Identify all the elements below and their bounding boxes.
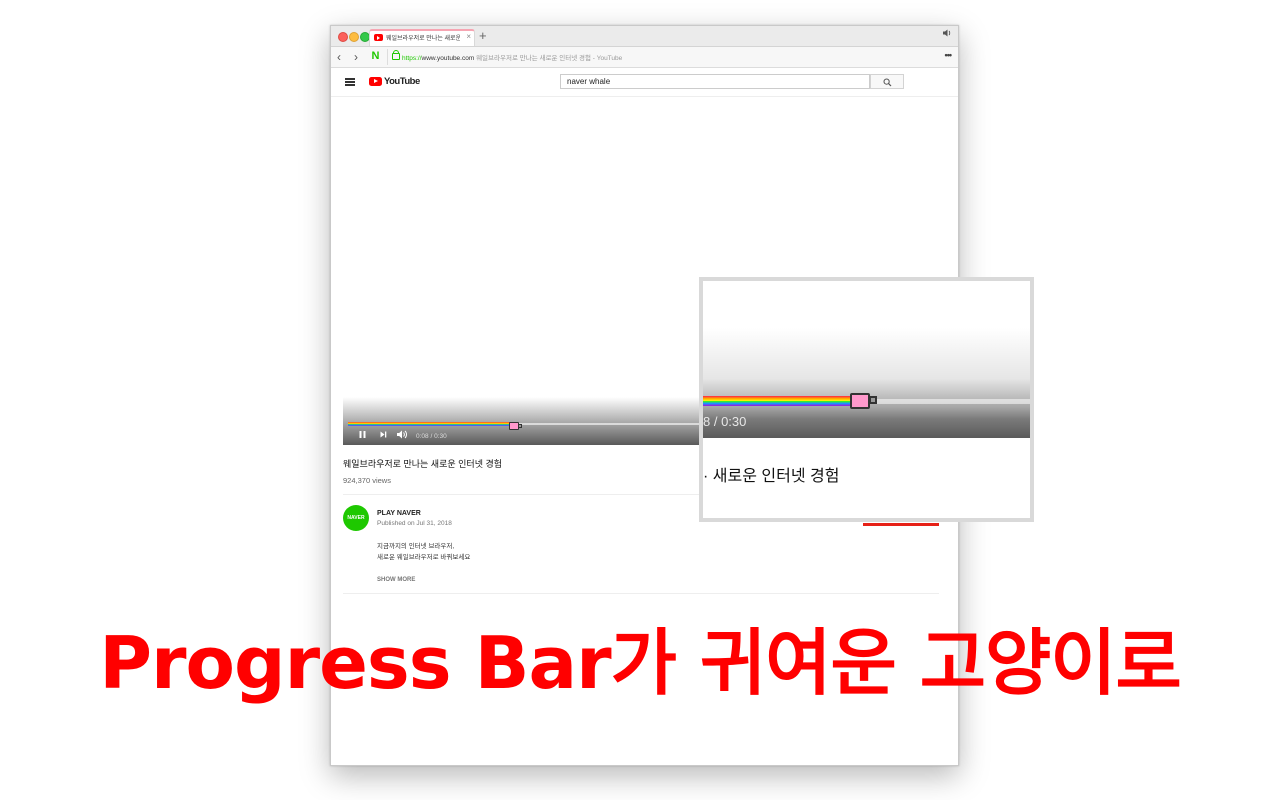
nyan-cat-scrubber-icon[interactable] [508, 422, 522, 430]
naver-logo-icon[interactable]: N [370, 51, 381, 62]
zoomed-video-time: 8 / 0:30 [703, 414, 747, 429]
subscribe-button[interactable] [863, 523, 939, 526]
zoomed-player: 8 / 0:30 [703, 281, 1030, 438]
new-tab-button[interactable]: + [479, 28, 487, 43]
search-input[interactable]: naver whale [560, 74, 870, 89]
publish-date: Published on Jul 31, 2018 [377, 520, 452, 527]
speaker-icon[interactable] [943, 29, 952, 39]
youtube-header: YouTube naver whale [331, 68, 958, 97]
search-icon [883, 78, 892, 87]
tab-youtube[interactable]: 웨일브라우저로 만나는 새로운 × [369, 29, 475, 46]
description-line: 지금까지의 인터넷 브라우저, [377, 543, 455, 550]
zoomed-progress-rainbow-fill [703, 396, 851, 406]
search-button[interactable] [870, 74, 904, 89]
channel-name[interactable]: PLAY NAVER [377, 510, 421, 517]
progress-bar-rainbow-fill [348, 422, 515, 426]
video-time: 0:08 / 0:30 [416, 433, 447, 440]
next-video-icon[interactable] [379, 430, 388, 441]
lock-icon [392, 50, 400, 60]
divider [343, 593, 939, 594]
address-separator [387, 49, 388, 65]
url-protocol: https:// [402, 55, 422, 62]
view-count: 924,370 views [343, 476, 391, 485]
description-line: 새로운 웨일브라우저로 바꿔보세요 [377, 554, 471, 561]
channel-avatar[interactable]: NAVER [343, 505, 369, 531]
youtube-logo-text[interactable]: YouTube [384, 76, 420, 87]
hamburger-menu-icon[interactable] [345, 78, 355, 86]
zoom-callout: 8 / 0:30 · 새로운 인터넷 경험 [699, 277, 1034, 522]
show-more-button[interactable]: SHOW MORE [377, 577, 415, 583]
back-button[interactable]: ‹ [337, 50, 341, 64]
zoomed-video-title: · 새로운 인터넷 경험 [703, 468, 840, 485]
minimize-window-button[interactable] [349, 32, 359, 42]
tab-close-icon[interactable]: × [466, 32, 471, 42]
forward-button[interactable]: › [354, 50, 358, 64]
video-title: 웨일브라우저로 만나는 새로운 인터넷 경험 [343, 459, 503, 469]
tab-title: 웨일브라우저로 만나는 새로운 [386, 36, 460, 42]
promo-caption: Progress Bar가 귀여운 고양이로 [99, 621, 1181, 705]
tab-bar: 웨일브라우저로 만나는 새로운 × + [331, 26, 958, 47]
pause-icon[interactable] [358, 430, 367, 441]
volume-icon[interactable] [397, 430, 408, 441]
url-page-title: 웨일브라우저로 만나는 새로운 인터넷 경험 - YouTube [474, 55, 623, 62]
zoomed-nyan-cat-icon [850, 393, 878, 409]
url-field[interactable]: https://www.youtube.com 웨일브라우저로 만나는 새로운 … [402, 52, 622, 62]
youtube-logo-icon[interactable] [369, 77, 382, 86]
url-host: www.youtube.com [421, 55, 475, 62]
browser-menu-button[interactable]: ••• [945, 50, 953, 60]
address-bar: ‹ › N https://www.youtube.com 웨일브라우저로 만나… [331, 47, 958, 68]
youtube-favicon-icon [374, 34, 383, 41]
close-window-button[interactable] [338, 32, 348, 42]
